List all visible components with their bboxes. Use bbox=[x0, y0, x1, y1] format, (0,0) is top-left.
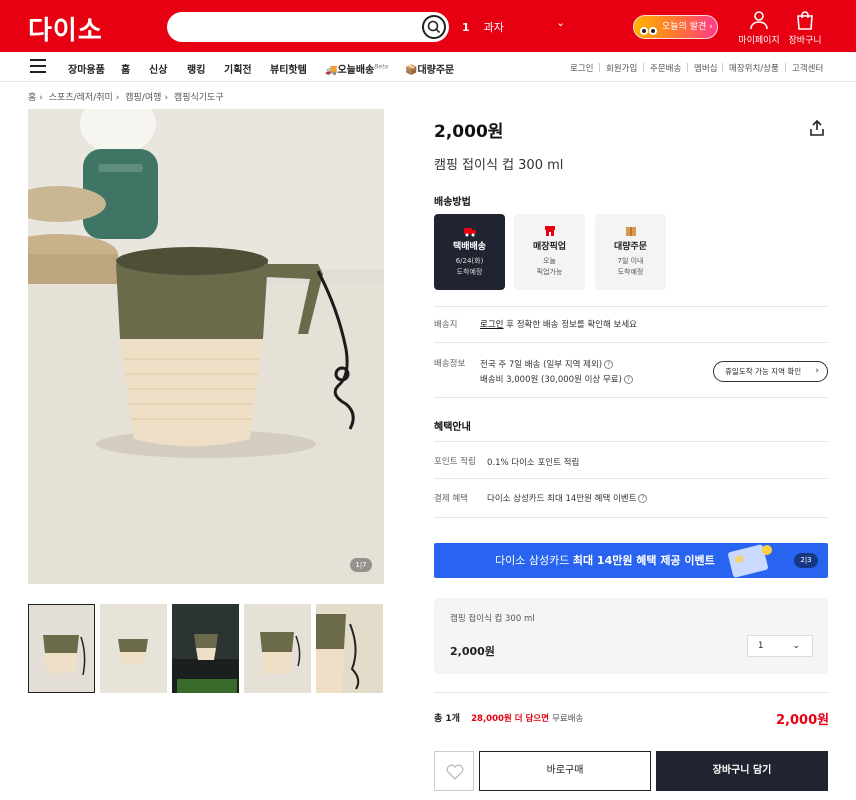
daiso-logo[interactable]: 다이소 bbox=[28, 10, 103, 47]
nav-item-home[interactable]: 홈 bbox=[121, 61, 130, 76]
store-locator-link[interactable]: 매장위치/상품 bbox=[729, 62, 779, 74]
product-price: 2,000원 bbox=[434, 122, 504, 142]
chevron-down-icon: ⌄ bbox=[792, 641, 800, 651]
breadcrumb: 홈 › 스포츠/레저/취미 › 캠핑/여행 › 캠핑식기도구 bbox=[28, 93, 224, 103]
membership-link[interactable]: 멤버십 bbox=[694, 62, 717, 74]
thumbnail-1[interactable] bbox=[28, 604, 95, 693]
customer-center-link[interactable]: 고객센터 bbox=[792, 62, 823, 74]
help-icon[interactable]: ? bbox=[604, 360, 614, 369]
thumbnail-5[interactable] bbox=[316, 604, 383, 693]
user-icon bbox=[750, 11, 768, 30]
trending-keyword[interactable]: 1 과자 bbox=[462, 19, 504, 35]
top-header: 다이소 1 과자 ⌄ 오늘의 발견 › 마이페이지 장바구니 bbox=[0, 0, 856, 52]
option-name: 캠핑 접이식 컵 300 ml bbox=[450, 614, 535, 624]
thumbnail-strip bbox=[28, 604, 384, 694]
payment-benefit-label: 결제 혜택 bbox=[434, 494, 468, 504]
image-counter: 1|7 bbox=[350, 558, 372, 572]
main-nav: 장마용품 홈 신상 랭킹 기획전 뷰티핫템 🚚오늘배송Beta 📦대량주문 로그… bbox=[0, 52, 856, 82]
nav-item-promotions[interactable]: 기획전 bbox=[224, 61, 252, 76]
eyes-icon bbox=[640, 22, 658, 35]
login-link[interactable]: 로그인 bbox=[570, 62, 593, 74]
point-text: 0.1% 다이소 포인트 적립 bbox=[487, 458, 580, 468]
product-main-image[interactable]: 1|7 bbox=[28, 109, 384, 584]
destination-label: 배송지 bbox=[434, 320, 458, 330]
thumbnail-3[interactable] bbox=[172, 604, 239, 693]
shipping-info-label: 배송정보 bbox=[434, 359, 466, 369]
shipping-option-parcel[interactable]: 택배배송 6/24(화) 도착예정 bbox=[434, 214, 505, 290]
help-icon[interactable]: ? bbox=[623, 375, 633, 384]
benefit-title: 혜택안내 bbox=[434, 422, 471, 433]
chevron-down-icon[interactable]: ⌄ bbox=[556, 16, 565, 29]
nav-item-bulk-order[interactable]: 📦대량주문 bbox=[405, 61, 454, 76]
promo-badge[interactable]: 오늘의 발견 › bbox=[633, 15, 718, 39]
shopping-bag-icon bbox=[797, 11, 813, 30]
nav-item-new[interactable]: 신상 bbox=[149, 61, 167, 76]
rank-number: 1 bbox=[462, 21, 470, 34]
shipping-option-bulk[interactable]: 대량주문 7일 이내 도착예정 bbox=[595, 214, 666, 290]
samsung-card-event-banner[interactable]: 다이소 삼성카드 최대 14만원 혜택 제공 이벤트 2|3 bbox=[434, 543, 828, 578]
quantity-select[interactable]: 1 ⌄ bbox=[747, 635, 813, 657]
chevron-right-icon: › bbox=[815, 366, 819, 376]
payment-benefit-text: 다이소 삼성카드 최대 14만원 혜택 이벤트? bbox=[487, 492, 648, 504]
cart-button[interactable]: 장바구니 bbox=[780, 10, 830, 46]
nav-item-beauty[interactable]: 뷰티핫템 bbox=[270, 61, 307, 76]
destination-login-link[interactable]: 로그인 bbox=[480, 320, 503, 330]
thumbnail-4[interactable] bbox=[244, 604, 311, 693]
truck-icon: 🚚 bbox=[325, 65, 338, 76]
cup-photo bbox=[28, 109, 384, 584]
shipping-info-line1: 전국 주 7일 배송 (일부 지역 제외)? bbox=[480, 358, 614, 370]
heart-icon bbox=[446, 764, 464, 780]
option-price: 2,000원 bbox=[450, 645, 495, 658]
total-summary: 총 1개 28,000원 더 담으면 무료배송 bbox=[434, 714, 584, 724]
search-input[interactable] bbox=[167, 12, 449, 42]
shipping-info-line2: 배송비 3,000원 (30,000원 이상 무료)? bbox=[480, 373, 633, 385]
menu-icon[interactable] bbox=[30, 59, 46, 73]
signup-link[interactable]: 회원가입 bbox=[606, 62, 637, 74]
truck-icon bbox=[463, 228, 476, 237]
help-icon[interactable]: ? bbox=[638, 494, 648, 503]
free-shipping-remaining: 28,000원 더 담으면 bbox=[471, 714, 549, 724]
mypage-button[interactable]: 마이페이지 bbox=[734, 10, 784, 46]
thumbnail-2[interactable] bbox=[100, 604, 167, 693]
order-tracking-link[interactable]: 주문배송 bbox=[650, 62, 681, 74]
shipping-title: 배송방법 bbox=[434, 197, 471, 208]
share-icon[interactable] bbox=[808, 119, 826, 140]
destination-text: 로그인 후 정확한 배송 정보를 확인해 보세요 bbox=[480, 320, 637, 330]
add-to-cart-button[interactable]: 장바구니 담기 bbox=[656, 751, 828, 791]
holiday-delivery-check-button[interactable]: 휴일도착 가능 지역 확인 › bbox=[713, 361, 828, 382]
banner-page-indicator: 2|3 bbox=[794, 553, 818, 568]
coin-icon bbox=[762, 545, 772, 555]
rank-term: 과자 bbox=[483, 21, 504, 34]
total-price: 2,000원 bbox=[776, 713, 830, 728]
store-icon bbox=[544, 226, 555, 236]
search-icon[interactable] bbox=[422, 15, 446, 39]
nav-item-rainy-season[interactable]: 장마용품 bbox=[68, 61, 105, 76]
nav-item-today-delivery[interactable]: 🚚오늘배송Beta bbox=[325, 61, 388, 76]
shipping-option-store-pickup[interactable]: 매장픽업 오늘 픽업가능 bbox=[514, 214, 585, 290]
selected-option-box: 캠핑 접이식 컵 300 ml 2,000원 1 ⌄ bbox=[434, 598, 828, 674]
buy-now-button[interactable]: 바로구매 bbox=[479, 751, 651, 791]
product-name: 캠핑 접이식 컵 300 ml bbox=[434, 158, 564, 173]
nav-item-ranking[interactable]: 랭킹 bbox=[187, 61, 205, 76]
box-icon bbox=[625, 227, 636, 236]
point-label: 포인트 적립 bbox=[434, 457, 476, 467]
box-icon: 📦 bbox=[405, 65, 418, 76]
wishlist-button[interactable] bbox=[434, 751, 474, 791]
